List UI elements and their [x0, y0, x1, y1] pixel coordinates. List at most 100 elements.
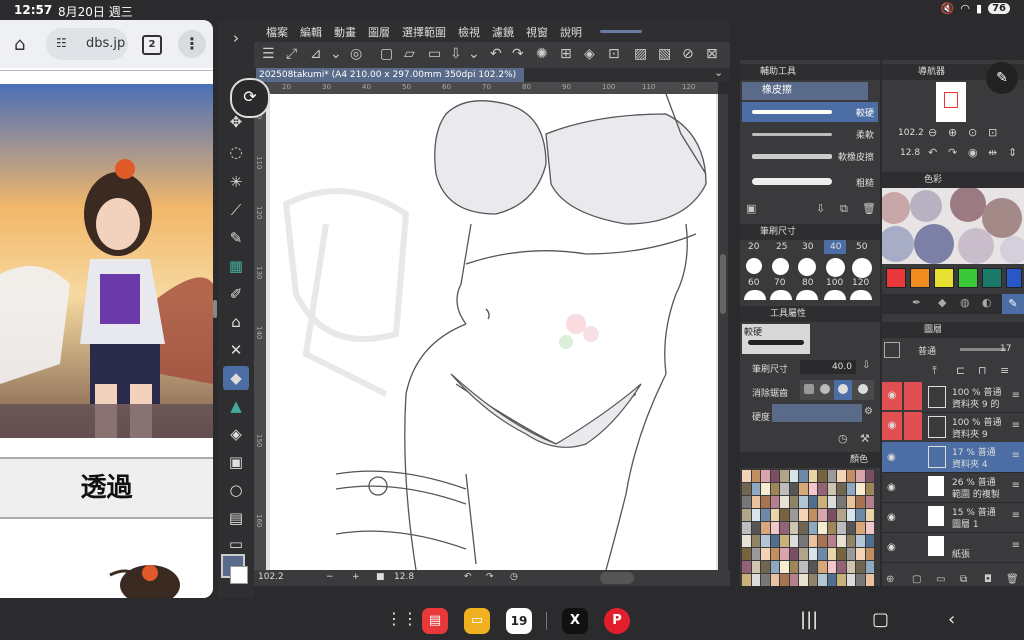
color-set-swatch[interactable]: [770, 483, 779, 495]
layer-row[interactable]: ◉ 15 % 普通 圖層 1 ≡: [882, 502, 1024, 533]
mask-icon[interactable]: ◘: [984, 574, 992, 585]
color-set-swatch[interactable]: [780, 470, 789, 482]
blend-mode-select[interactable]: 普通: [918, 344, 936, 357]
menu-help[interactable]: 說明: [560, 24, 582, 40]
antialias-weak[interactable]: [820, 384, 830, 394]
reset-rotation-icon[interactable]: ◷: [510, 572, 518, 582]
brush-size-dot[interactable]: [772, 258, 789, 275]
color-set-swatch[interactable]: [865, 509, 874, 521]
transparent-button[interactable]: 透過: [0, 457, 213, 519]
fit-screen-icon[interactable]: ⤢: [286, 46, 297, 62]
color-set-swatch[interactable]: [780, 483, 789, 495]
layer-lock-icon[interactable]: [904, 442, 922, 470]
layer-lock-icon[interactable]: [904, 412, 922, 440]
color-set-swatch[interactable]: [780, 574, 789, 586]
color-set-swatch[interactable]: [780, 496, 789, 508]
color-set-swatch[interactable]: [818, 522, 827, 534]
new-layer-icon[interactable]: ⊕: [886, 574, 894, 585]
layer-visibility-icon[interactable]: ◉: [887, 512, 896, 523]
opacity-value[interactable]: 17: [1000, 344, 1011, 354]
export-icon[interactable]: ⇩: [450, 46, 462, 62]
menu-list-icon[interactable]: ☰: [262, 46, 275, 62]
pen-mode-icon[interactable]: ✎: [1002, 294, 1024, 314]
color-set-swatch[interactable]: [799, 483, 808, 495]
color-set-swatch[interactable]: [808, 535, 817, 547]
color-set-swatch[interactable]: [742, 496, 751, 508]
help-icon[interactable]: ◷: [838, 432, 848, 445]
color-set-swatch[interactable]: [865, 470, 874, 482]
color-set-swatch[interactable]: [799, 535, 808, 547]
undo-icon[interactable]: ↶: [490, 46, 502, 62]
color-set-swatch[interactable]: [751, 561, 760, 573]
color-set-swatch[interactable]: [770, 574, 779, 586]
sub-color-swatch[interactable]: [230, 566, 248, 584]
color-set-swatch[interactable]: [789, 561, 798, 573]
menu-edit[interactable]: 編輯: [300, 24, 322, 40]
address-bar[interactable]: ☷ dbs.jp: [46, 28, 128, 60]
pen-tool-icon[interactable]: ✎: [223, 226, 249, 250]
snap-grid-icon[interactable]: ⊠: [706, 46, 718, 62]
menu-layer[interactable]: 圖層: [368, 24, 390, 40]
notes-app-icon[interactable]: ▤: [422, 608, 448, 634]
color-swatch-red[interactable]: [886, 268, 906, 288]
color-set-swatch[interactable]: [742, 535, 751, 547]
brush-mode-icon[interactable]: ✒: [912, 296, 921, 309]
fill-tool-icon[interactable]: ◈: [223, 422, 249, 446]
color-history-circles[interactable]: [882, 188, 1024, 264]
color-set-swatch[interactable]: [751, 535, 760, 547]
chevron-down-icon[interactable]: ⌄: [468, 46, 480, 62]
copy-icon[interactable]: ⧉: [840, 202, 848, 216]
layer-lock-icon[interactable]: [904, 502, 922, 530]
color-set-swatch[interactable]: [742, 548, 751, 560]
sub-tool-item-kneaded[interactable]: 軟橡皮擦: [742, 146, 878, 166]
eraser-tool-icon[interactable]: ◆: [223, 366, 249, 390]
color-set-swatch[interactable]: [808, 522, 817, 534]
color-set-swatch[interactable]: [827, 509, 836, 521]
canvas-area[interactable]: [266, 94, 718, 570]
color-swatch-green[interactable]: [958, 268, 978, 288]
gradient-tool-icon[interactable]: ▣: [223, 450, 249, 474]
color-set-swatch[interactable]: [827, 483, 836, 495]
color-set-swatch[interactable]: [770, 535, 779, 547]
clear-icon[interactable]: ▨: [634, 46, 647, 62]
color-set-swatch[interactable]: [751, 509, 760, 521]
save-icon[interactable]: ▭: [428, 46, 441, 62]
color-set-swatch[interactable]: [846, 522, 855, 534]
frame-tool-icon[interactable]: ▤: [223, 506, 249, 530]
color-set-swatch[interactable]: [856, 574, 865, 586]
color-set-swatch[interactable]: [818, 574, 827, 586]
color-set-swatch[interactable]: [770, 548, 779, 560]
home-button-icon[interactable]: ▢: [872, 609, 889, 630]
layer-menu-icon[interactable]: ≡: [1012, 510, 1020, 521]
color-set-swatch[interactable]: [818, 470, 827, 482]
layer-visibility-icon[interactable]: ◉: [882, 382, 902, 410]
color-set-swatch[interactable]: [789, 522, 798, 534]
color-set-swatch[interactable]: [808, 483, 817, 495]
brush-size-dropdown-icon[interactable]: ⇩: [862, 360, 870, 371]
layer-color-icon[interactable]: [884, 342, 900, 358]
color-set-swatch[interactable]: [742, 522, 751, 534]
color-set-swatch[interactable]: [780, 548, 789, 560]
settings-icon[interactable]: ⚙: [864, 406, 873, 417]
color-set-swatch[interactable]: [827, 548, 836, 560]
reference-icon[interactable]: ≡: [1000, 364, 1009, 377]
color-set-swatch[interactable]: [856, 483, 865, 495]
antialias-selector[interactable]: [800, 380, 874, 400]
blend-tool-icon[interactable]: ✕: [223, 338, 249, 362]
color-set-swatch[interactable]: [789, 535, 798, 547]
blend-mode-icon[interactable]: ◍: [960, 296, 970, 309]
rotate-right-icon[interactable]: ↷: [948, 146, 957, 159]
layer-lock-icon[interactable]: [904, 532, 922, 560]
snap-icon[interactable]: ⊞: [560, 46, 572, 62]
menu-view[interactable]: 檢視: [458, 24, 480, 40]
color-set-swatch[interactable]: [856, 496, 865, 508]
fill-mode-icon[interactable]: ◆: [938, 296, 946, 309]
layer-menu-icon[interactable]: ≡: [1012, 420, 1020, 431]
color-set-swatch[interactable]: [818, 496, 827, 508]
color-set-swatch[interactable]: [827, 470, 836, 482]
color-set-swatch[interactable]: [789, 574, 798, 586]
layer-up-icon[interactable]: ⤒: [932, 364, 937, 378]
fill-canvas-icon[interactable]: ◈: [584, 46, 595, 62]
selection-transform-icon[interactable]: ⊡: [608, 46, 620, 62]
back-icon[interactable]: ‹: [948, 609, 955, 630]
